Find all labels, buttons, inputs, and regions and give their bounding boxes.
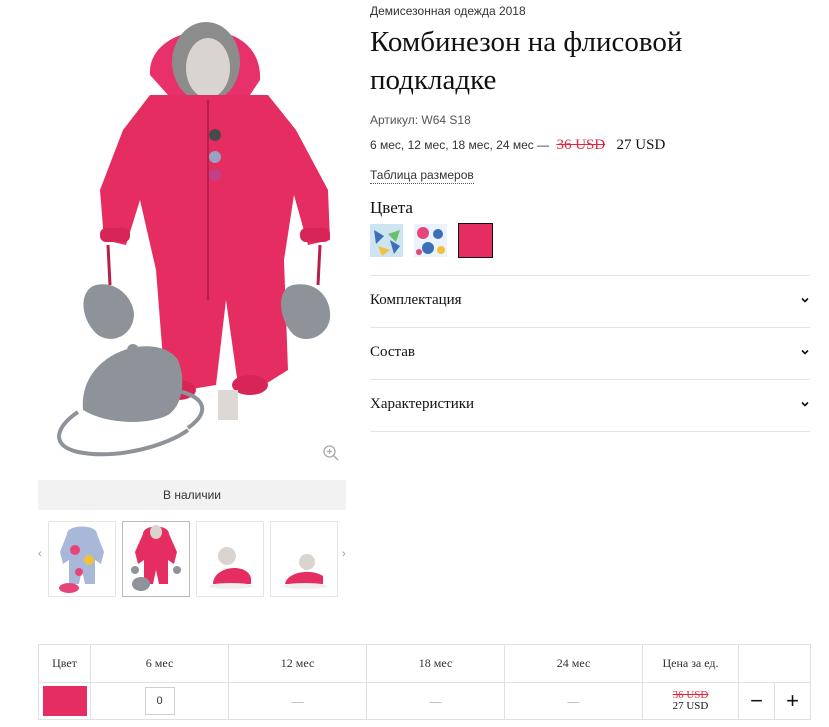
qty-cell-24m: —	[504, 682, 643, 720]
accordion-label: Комплектация	[370, 292, 462, 308]
thumbnail-child-sitting[interactable]	[196, 521, 264, 597]
unavailable-dash: —	[567, 693, 580, 708]
thumbnail-floral-snowsuit[interactable]	[48, 521, 116, 597]
thumb-next-arrow[interactable]: ›	[342, 548, 346, 560]
sku-value: W64 S18	[421, 113, 471, 127]
table-row: 0 — — — 36 USD 27 USD − +	[38, 682, 811, 720]
variants-table: Цвет 6 мес 12 мес 18 мес 24 мес Цена за …	[38, 644, 811, 720]
thumbnail-pink-snowsuit[interactable]	[122, 521, 190, 597]
old-price: 36 USD	[556, 137, 606, 153]
color-swatch-pink[interactable]	[458, 223, 493, 258]
accordion-item-komplektatsiya[interactable]: Комплектация	[370, 276, 810, 328]
color-swatch-floral-print[interactable]	[414, 224, 447, 257]
sku-label: Артикул:	[370, 113, 419, 127]
price-line: 6 мес, 12 мес, 18 мес, 24 мес — 36 USD 2…	[370, 137, 665, 154]
column-header: 12 мес	[228, 644, 367, 683]
availability-status: В наличии	[38, 480, 346, 510]
row-color-swatch	[42, 686, 87, 716]
page-title: Комбинезон на флисовой подкладке	[370, 26, 683, 96]
zoom-in-icon[interactable]	[322, 444, 340, 462]
chevron-down-icon	[801, 297, 809, 303]
column-header: 6 мес	[90, 644, 229, 683]
color-swatch-butterfly-print[interactable]	[370, 224, 403, 257]
unavailable-dash: —	[429, 693, 442, 708]
increment-cell: +	[774, 682, 811, 720]
thumb-prev-arrow[interactable]: ‹	[38, 548, 42, 560]
row-color-cell	[38, 682, 91, 720]
thumbnail-carousel: ‹ ›	[38, 518, 354, 598]
product-details-accordion: Комплектация Состав Характеристики	[370, 275, 810, 432]
unit-price-cell: 36 USD 27 USD	[642, 682, 739, 720]
available-sizes: 6 мес, 12 мес, 18 мес, 24 мес —	[370, 138, 550, 152]
category-link[interactable]: Демисезонная одежда 2018	[370, 4, 526, 19]
column-header: Цвет	[38, 644, 91, 683]
column-header-empty	[738, 644, 811, 683]
decrement-button[interactable]: −	[750, 688, 763, 713]
thumbnail-child-crawling[interactable]	[270, 521, 338, 597]
qty-cell-18m: —	[366, 682, 505, 720]
decrement-cell: −	[738, 682, 775, 720]
increment-button[interactable]: +	[786, 688, 799, 713]
column-header: Цена за ед.	[642, 644, 739, 683]
colors-heading: Цвета	[370, 198, 413, 217]
accordion-label: Состав	[370, 344, 416, 360]
row-new-price: 27 USD	[672, 700, 709, 712]
accordion-item-kharakteristiki[interactable]: Характеристики	[370, 380, 810, 432]
quantity-input-6m[interactable]: 0	[144, 687, 175, 715]
chevron-down-icon	[801, 349, 809, 355]
column-header: 18 мес	[366, 644, 505, 683]
qty-cell-12m: —	[228, 682, 367, 720]
product-main-image[interactable]	[38, 0, 346, 470]
new-price: 27 USD	[616, 137, 666, 153]
unavailable-dash: —	[291, 693, 304, 708]
chevron-down-icon	[801, 401, 809, 407]
accordion-label: Характеристики	[370, 396, 475, 412]
qty-cell-6m: 0	[90, 682, 229, 720]
sku: Артикул: W64 S18	[370, 113, 471, 127]
size-table-link[interactable]: Таблица размеров	[370, 168, 474, 184]
column-header: 24 мес	[504, 644, 643, 683]
accordion-item-sostav[interactable]: Состав	[370, 328, 810, 380]
